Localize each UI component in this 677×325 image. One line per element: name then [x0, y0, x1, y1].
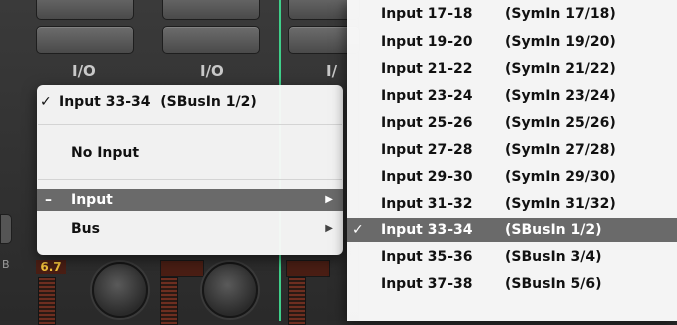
input-name: Input 21-22 — [381, 61, 473, 77]
insert-slot-button[interactable] — [162, 26, 260, 54]
checkmark-icon: ✓ — [352, 222, 364, 238]
input-source: (SBusIn 5/6) — [505, 276, 602, 292]
submenu-arrow-icon: ▶ — [325, 194, 333, 205]
input-source: (SymIn 25/26) — [505, 115, 616, 131]
edge-label: B — [2, 258, 10, 271]
menu-item-no-input[interactable]: No Input — [37, 142, 343, 164]
input-name: Input 23-24 — [381, 88, 473, 104]
input-source: (SymIn 31/32) — [505, 196, 616, 212]
menu-item-bus[interactable]: Bus ▶ — [37, 218, 343, 240]
menu-item-current-input[interactable]: ✓ Input 33-34 (SBusIn 1/2) — [37, 91, 343, 113]
submenu-item-input[interactable]: Input 37-38 (SBusIn 5/6) — [347, 272, 677, 296]
checkmark-icon: ✓ — [40, 94, 52, 110]
input-name: Input 27-28 — [381, 142, 473, 158]
input-name: Input 33-34 — [381, 222, 473, 238]
dash-icon: – — [45, 192, 52, 208]
level-meter — [288, 277, 306, 325]
io-label[interactable]: I/O — [72, 62, 96, 80]
insert-slot-button[interactable] — [36, 26, 134, 54]
insert-slot-button[interactable] — [162, 0, 260, 20]
submenu-item-input[interactable]: Input 17-18 (SymIn 17/18) — [347, 2, 677, 26]
menu-separator — [38, 179, 342, 180]
input-source: (SBusIn 1/2) — [505, 222, 602, 238]
channel-strip-edge — [0, 0, 23, 321]
input-source: (SymIn 23/24) — [505, 88, 616, 104]
menu-item-label: Input 33-34 (SBusIn 1/2) — [59, 94, 257, 110]
input-source: (SBusIn 3/4) — [505, 249, 602, 265]
menu-item-label: Bus — [71, 221, 100, 237]
pan-knob[interactable] — [202, 262, 258, 318]
input-name: Input 37-38 — [381, 276, 473, 292]
menu-item-label: Input — [71, 192, 113, 208]
level-meter — [160, 277, 178, 325]
meter-peak-box — [160, 260, 204, 277]
input-name: Input 29-30 — [381, 169, 473, 185]
input-source: (SymIn 29/30) — [505, 169, 616, 185]
submenu-arrow-icon: ▶ — [325, 223, 333, 234]
io-label[interactable]: I/ — [326, 62, 337, 80]
submenu-item-input[interactable]: Input 19-20 (SymIn 19/20) — [347, 30, 677, 54]
meter-peak-value: 6.7 — [36, 260, 66, 274]
input-source: (SymIn 17/18) — [505, 6, 616, 22]
submenu-item-input[interactable]: Input 35-36 (SBusIn 3/4) — [347, 245, 677, 269]
io-context-menu: ✓ Input 33-34 (SBusIn 1/2) No Input – In… — [37, 85, 343, 255]
input-source: (SymIn 19/20) — [505, 34, 616, 50]
level-meter — [38, 277, 56, 325]
input-name: Input 25-26 — [381, 115, 473, 131]
submenu-item-input[interactable]: Input 29-30 (SymIn 29/30) — [347, 165, 677, 189]
menu-item-label: No Input — [71, 145, 140, 161]
input-name: Input 19-20 — [381, 34, 473, 50]
menu-item-input[interactable]: – Input ▶ — [37, 189, 343, 211]
submenu-item-input[interactable]: Input 27-28 (SymIn 27/28) — [347, 138, 677, 162]
input-source: (SymIn 27/28) — [505, 142, 616, 158]
submenu-item-input[interactable]: Input 31-32 (SymIn 31/32) — [347, 192, 677, 216]
channel-edge-button[interactable] — [0, 214, 12, 244]
meter-peak-box — [286, 260, 330, 277]
input-name: Input 31-32 — [381, 196, 473, 212]
input-submenu: Input 17-18 (SymIn 17/18) Input 19-20 (S… — [347, 0, 677, 321]
menu-separator — [38, 124, 342, 125]
submenu-item-input[interactable]: Input 23-24 (SymIn 23/24) — [347, 84, 677, 108]
pan-knob[interactable] — [92, 262, 148, 318]
input-name: Input 17-18 — [381, 6, 473, 22]
submenu-item-input[interactable]: Input 21-22 (SymIn 21/22) — [347, 57, 677, 81]
submenu-item-input[interactable]: Input 25-26 (SymIn 25/26) — [347, 111, 677, 135]
io-label[interactable]: I/O — [200, 62, 224, 80]
input-source: (SymIn 21/22) — [505, 61, 616, 77]
input-name: Input 35-36 — [381, 249, 473, 265]
insert-slot-button[interactable] — [36, 0, 134, 20]
submenu-item-input-selected[interactable]: ✓ Input 33-34 (SBusIn 1/2) — [347, 218, 677, 242]
